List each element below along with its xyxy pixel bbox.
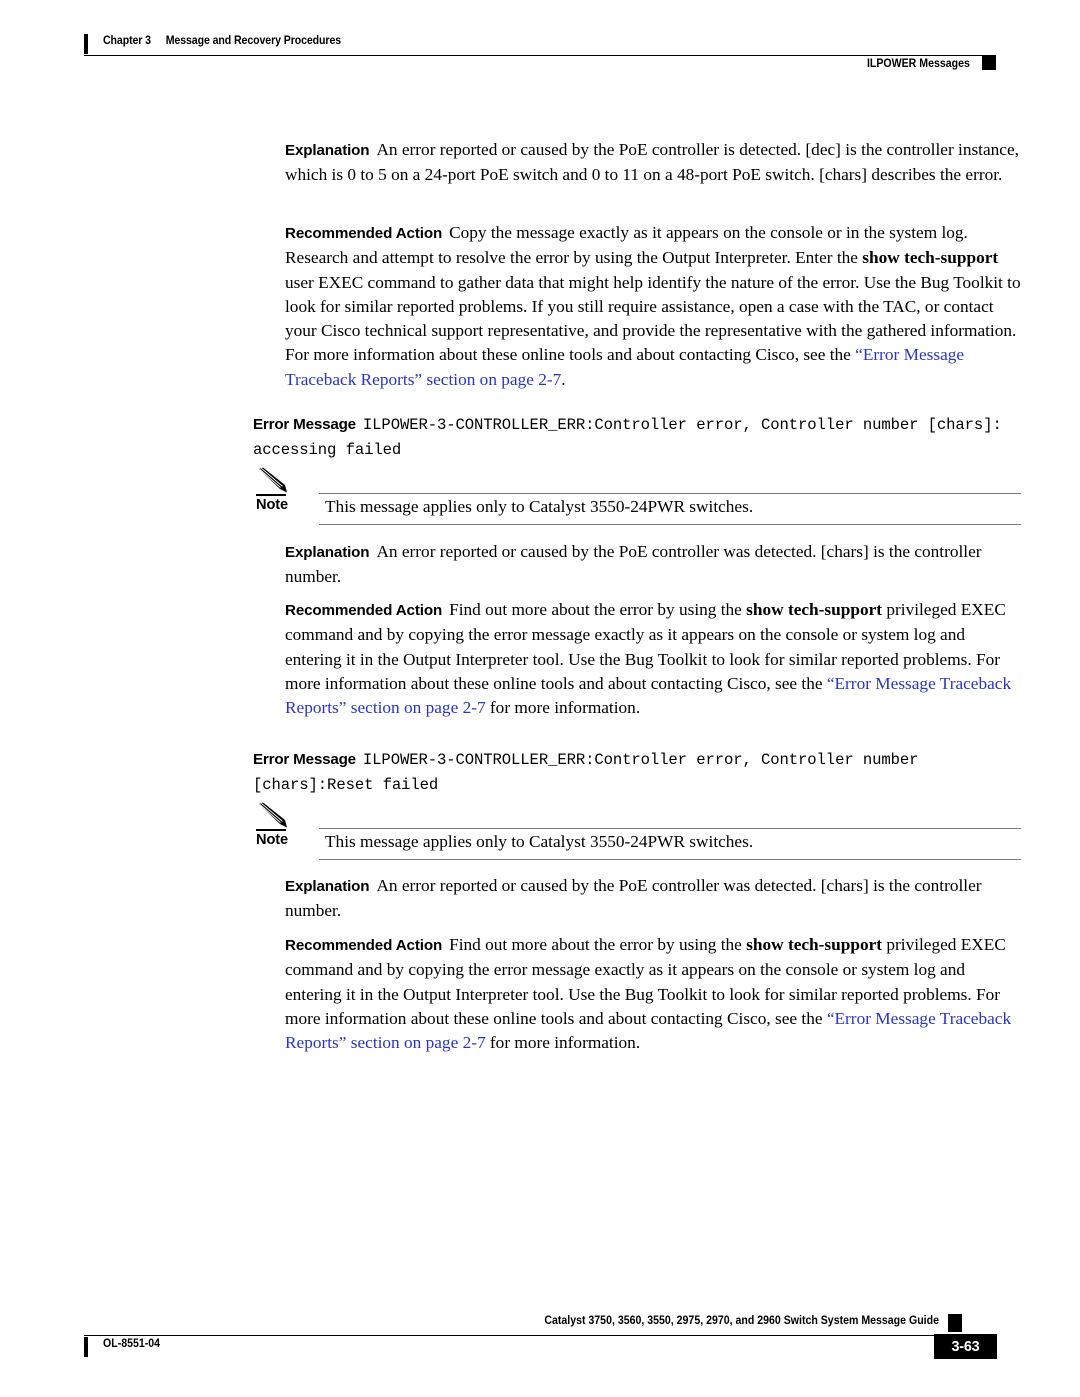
document-page: Chapter 3 Message and Recovery Procedures…	[0, 0, 1080, 1397]
header-rule	[84, 55, 996, 57]
recommended-action-text-3c: for more information.	[485, 1033, 641, 1053]
recommended-action-block-1: Recommended Action Copy the message exact…	[285, 221, 1024, 392]
recommended-action-text-1c: .	[561, 369, 566, 389]
explanation-label-1: Explanation	[285, 142, 370, 159]
explanation-block-1: Explanation An error reported or caused b…	[285, 138, 1024, 188]
footer-tick-mark	[84, 1337, 88, 1357]
header-square-marker	[982, 56, 996, 70]
note-block-2: Note This message applies only to Cataly…	[256, 802, 1021, 872]
note-label-2: Note	[256, 832, 289, 848]
explanation-label-3: Explanation	[285, 878, 370, 895]
recommended-action-command-2: show tech-support	[746, 600, 883, 619]
footer-square-marker	[948, 1314, 962, 1332]
footer-rule	[84, 1335, 966, 1337]
header-chapter-title: Message and Recovery Procedures	[165, 35, 342, 47]
recommended-action-label-1: Recommended Action	[285, 225, 443, 242]
note-block-1: Note This message applies only to Cataly…	[256, 467, 1021, 537]
note-rule-top-2	[319, 828, 1021, 830]
page-footer: Catalyst 3750, 3560, 3550, 2975, 2970, a…	[84, 1314, 997, 1375]
recommended-action-text-2a: Find out more about the error by using t…	[449, 600, 747, 619]
header-section-title: ILPOWER Messages	[867, 58, 970, 70]
pencil-icon	[259, 802, 287, 828]
note-rule-bottom-1	[319, 524, 1021, 526]
recommended-action-text-2c: for more information.	[485, 698, 641, 718]
explanation-text-1: An error reported or caused by the PoE c…	[285, 140, 1019, 185]
footer-document-id: OL-8551-04	[103, 1338, 161, 1350]
recommended-action-block-3: Recommended Action Find out more about th…	[285, 933, 1024, 1055]
header-tick-mark	[84, 34, 88, 54]
header-chapter-line: Chapter 3 Message and Recovery Procedures	[103, 35, 341, 47]
recommended-action-label-2: Recommended Action	[285, 602, 443, 619]
page-header: Chapter 3 Message and Recovery Procedures…	[84, 33, 996, 79]
error-message-block-2: Error Message ILPOWER-3-CONTROLLER_ERR:Co…	[253, 748, 1043, 797]
note-icon-underline	[256, 829, 286, 831]
note-rule-bottom-2	[319, 859, 1021, 861]
note-text-1: This message applies only to Catalyst 35…	[325, 497, 754, 516]
error-message-code-1: ILPOWER-3-CONTROLLER_ERR:Controller erro…	[253, 416, 1002, 459]
error-message-label-1: Error Message	[253, 416, 356, 433]
footer-guide-title: Catalyst 3750, 3560, 3550, 2975, 2970, a…	[544, 1315, 939, 1327]
explanation-text-3: An error reported or caused by the PoE c…	[285, 876, 982, 921]
recommended-action-label-3: Recommended Action	[285, 937, 443, 954]
note-label-1: Note	[256, 497, 289, 513]
footer-page-number: 3-63	[934, 1334, 997, 1359]
explanation-label-2: Explanation	[285, 544, 370, 561]
explanation-text-2: An error reported or caused by the PoE c…	[285, 542, 982, 587]
note-icon-underline	[256, 494, 286, 496]
error-message-block-1: Error Message ILPOWER-3-CONTROLLER_ERR:Co…	[253, 413, 1043, 462]
explanation-block-3: Explanation An error reported or caused b…	[285, 874, 1024, 924]
note-rule-top-1	[319, 493, 1021, 495]
explanation-block-2: Explanation An error reported or caused b…	[285, 540, 1024, 590]
error-message-label-2: Error Message	[253, 751, 356, 768]
pencil-icon	[259, 467, 287, 493]
recommended-action-command-1: show tech-support	[862, 248, 999, 268]
recommended-action-text-3a: Find out more about the error by using t…	[449, 935, 747, 954]
note-text-2: This message applies only to Catalyst 35…	[325, 832, 754, 851]
recommended-action-command-3: show tech-support	[746, 935, 883, 954]
recommended-action-block-2: Recommended Action Find out more about th…	[285, 598, 1024, 720]
header-chapter-number: Chapter 3	[103, 35, 151, 47]
